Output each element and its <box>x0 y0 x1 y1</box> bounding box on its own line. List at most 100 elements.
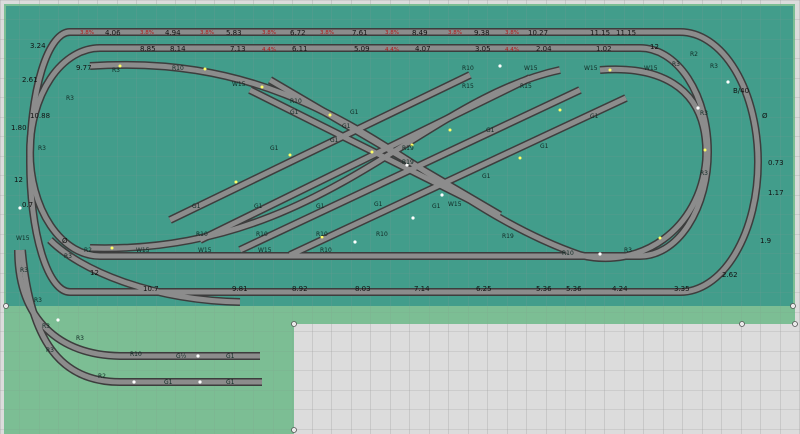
track-plan[interactable]: 4.06 4.94 5.83 6.72 7.61 8.49 9.38 10.27… <box>0 0 800 434</box>
height-label: Ø <box>762 112 768 120</box>
grade-label: 4.4% <box>262 47 276 53</box>
height-label: 4.06 <box>105 29 121 37</box>
piece-label: R3 <box>76 335 84 342</box>
height-label: 11.15 <box>616 29 636 37</box>
height-label: 7.13 <box>230 45 246 53</box>
height-label: 10.7 <box>143 285 159 293</box>
handle-s[interactable] <box>291 427 297 433</box>
piece-label: R3 <box>64 253 72 260</box>
handle-nw[interactable] <box>3 303 9 309</box>
piece-label: G1 <box>316 203 325 210</box>
grade-label: 3.8% <box>262 30 276 36</box>
piece-label: G1 <box>486 127 495 134</box>
piece-label: W15 <box>448 201 462 208</box>
piece-label: R3 <box>42 323 50 330</box>
piece-label: R3 <box>700 110 708 117</box>
handle-ne[interactable] <box>790 303 796 309</box>
piece-label: W15 <box>232 81 246 88</box>
piece-label: W15 <box>258 247 272 254</box>
piece-label: W15 <box>584 65 598 72</box>
piece-label: R3 <box>34 297 42 304</box>
height-label: 1.9 <box>760 237 771 245</box>
height-label: 12 <box>650 43 659 51</box>
piece-label: G1 <box>254 203 263 210</box>
piece-label: W15 <box>198 247 212 254</box>
piece-label: G1 <box>350 109 359 116</box>
piece-label: R3 <box>20 267 28 274</box>
height-label: 10.27 <box>528 29 548 37</box>
grade-label: 3.8% <box>140 30 154 36</box>
height-label: 5.83 <box>226 29 242 37</box>
piece-label: R10 <box>316 231 328 238</box>
piece-label: W15 <box>644 65 658 72</box>
grade-label: 4.4% <box>385 47 399 53</box>
height-label: 8.49 <box>412 29 428 37</box>
piece-label: G1 <box>192 203 201 210</box>
grade-label: 3.8% <box>505 30 519 36</box>
piece-label: R10 <box>290 98 302 105</box>
piece-label: R3 <box>672 61 680 68</box>
piece-label: G1 <box>226 379 235 386</box>
height-label: 8.92 <box>292 285 308 293</box>
grade-label: 4.4% <box>505 47 519 53</box>
piece-label: R2 <box>98 373 106 380</box>
piece-label: W15 <box>136 247 150 254</box>
piece-label: G1 <box>482 173 491 180</box>
piece-label: G1 <box>590 113 599 120</box>
piece-label: R2 <box>690 51 698 58</box>
height-label: 9.38 <box>474 29 490 37</box>
piece-label: R10 <box>376 231 388 238</box>
handle-sw[interactable] <box>291 321 297 327</box>
height-label: 9.77 <box>76 64 92 72</box>
handle-e[interactable] <box>739 321 745 327</box>
piece-label: R10 <box>320 247 332 254</box>
piece-label: R10 <box>196 231 208 238</box>
piece-label: W15 <box>16 235 30 242</box>
height-label: 7.61 <box>352 29 368 37</box>
grade-label: 3.8% <box>448 30 462 36</box>
piece-label: G1 <box>290 109 299 116</box>
piece-label: G1 <box>540 143 549 150</box>
piece-label: R10 <box>130 351 142 358</box>
piece-label: R3 <box>38 145 46 152</box>
piece-label: R15 <box>520 83 532 90</box>
height-label: 0.73 <box>768 159 784 167</box>
height-label: 6.11 <box>292 45 308 53</box>
height-label: 6.72 <box>290 29 306 37</box>
height-label: 5.36 <box>536 285 552 293</box>
height-label: 1.17 <box>768 189 784 197</box>
piece-label: R3 <box>46 347 54 354</box>
height-label: 1.02 <box>596 45 612 53</box>
piece-label: R3 <box>66 95 74 102</box>
layout-canvas[interactable]: 4.06 4.94 5.83 6.72 7.61 8.49 9.38 10.27… <box>0 0 800 434</box>
height-label: 5.36 <box>566 285 582 293</box>
height-label: 10.88 <box>30 112 50 120</box>
piece-label: R3 <box>624 247 632 254</box>
grade-label: 3.8% <box>200 30 214 36</box>
height-label: 7.14 <box>414 285 430 293</box>
height-label: B/40 <box>733 87 749 95</box>
height-label: 8.03 <box>355 285 371 293</box>
height-label: 12 <box>90 269 99 277</box>
height-label: 3.35 <box>674 285 690 293</box>
height-label: 4.24 <box>612 285 628 293</box>
height-label: 11.15 <box>590 29 610 37</box>
piece-label: G1 <box>330 137 339 144</box>
piece-label: G½ <box>176 353 187 360</box>
piece-label: G1 <box>374 201 383 208</box>
piece-label: R2 <box>84 247 92 254</box>
handle-ne2[interactable] <box>792 321 798 327</box>
piece-label: R3 <box>112 67 120 74</box>
height-label: 0.7 <box>22 201 33 209</box>
piece-label: G1 <box>270 145 279 152</box>
height-label: 4.07 <box>415 45 431 53</box>
height-label: 9.81 <box>232 285 248 293</box>
piece-label: G1 <box>164 379 173 386</box>
piece-label: R19 <box>502 233 514 240</box>
height-label: 8.14 <box>170 45 186 53</box>
height-label: 3.05 <box>475 45 491 53</box>
height-label: 4.94 <box>165 29 181 37</box>
piece-label: R10 <box>172 65 184 72</box>
piece-label: R10 <box>462 65 474 72</box>
grade-label: 3.8% <box>320 30 334 36</box>
